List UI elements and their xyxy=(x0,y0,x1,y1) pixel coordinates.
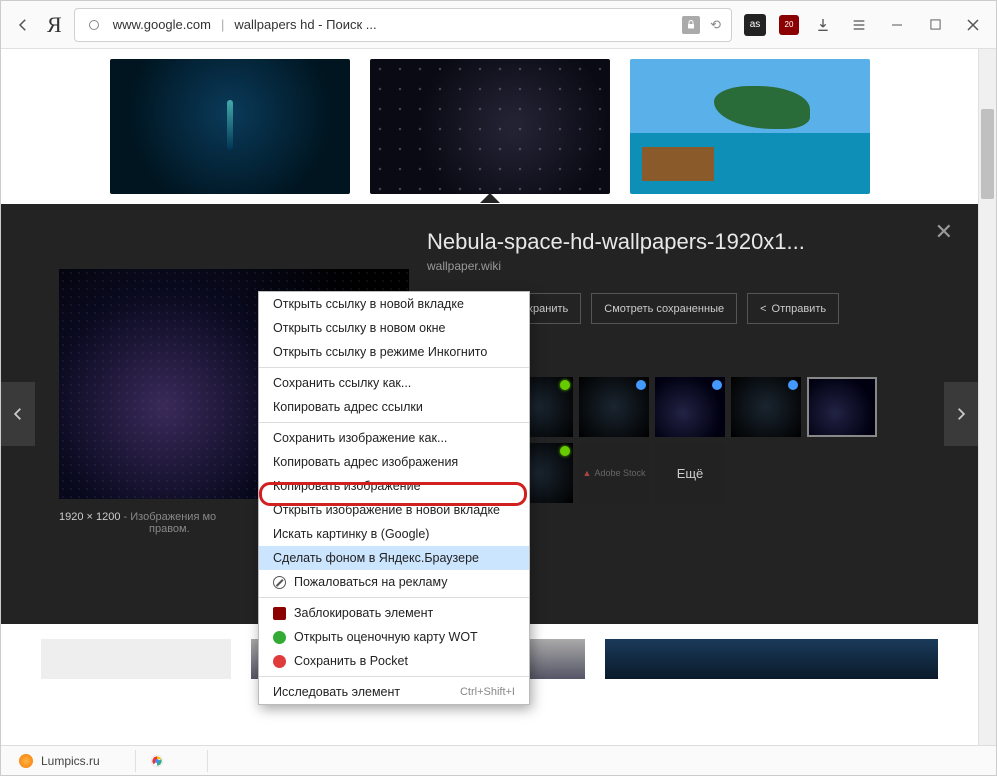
context-menu-item[interactable]: Открыть оценочную карту WOT xyxy=(259,625,529,649)
share-button[interactable]: <Отправить xyxy=(747,293,839,324)
result-thumbnail-selected[interactable] xyxy=(370,59,610,194)
back-button[interactable] xyxy=(11,13,35,37)
lumpics-icon xyxy=(19,754,33,768)
context-menu-item[interactable]: Заблокировать элемент xyxy=(259,601,529,625)
results-row xyxy=(1,49,978,204)
image-source[interactable]: wallpaper.wiki xyxy=(427,259,915,273)
prev-image-button[interactable] xyxy=(1,382,35,446)
downloads-icon[interactable] xyxy=(812,14,834,36)
page-title: wallpapers hd - Поиск ... xyxy=(234,17,672,32)
context-menu-item[interactable]: Копировать адрес изображения xyxy=(259,450,529,474)
result-thumbnail[interactable] xyxy=(110,59,350,194)
ublock-icon xyxy=(273,607,286,620)
vertical-scrollbar[interactable] xyxy=(978,49,996,745)
next-image-button[interactable] xyxy=(944,382,978,446)
menu-button[interactable] xyxy=(846,12,872,38)
google-icon xyxy=(150,754,164,768)
ublock-icon[interactable]: 20 xyxy=(778,14,800,36)
context-menu-item[interactable]: Копировать изображение xyxy=(259,474,529,498)
wot-icon xyxy=(273,631,286,644)
similar-thumb[interactable] xyxy=(731,377,801,437)
taskbar-tab[interactable] xyxy=(140,750,208,772)
lock-icon xyxy=(85,16,103,34)
context-menu-item[interactable]: Открыть изображение в новой вкладке xyxy=(259,498,529,522)
taskbar: Lumpics.ru xyxy=(1,745,996,775)
result-thumbnail[interactable] xyxy=(41,639,231,679)
lastfm-icon[interactable]: as xyxy=(744,14,766,36)
scrollbar-thumb[interactable] xyxy=(981,109,994,199)
context-menu-item[interactable]: Сохранить в Pocket xyxy=(259,649,529,673)
secure-badge-icon xyxy=(682,16,700,34)
reload-icon[interactable]: ⟲ xyxy=(710,17,721,33)
browser-toolbar: Я www.google.com | wallpapers hd - Поиск… xyxy=(1,1,996,49)
minimize-button[interactable] xyxy=(884,12,910,38)
share-icon: < xyxy=(760,303,766,315)
context-menu-item[interactable]: Искать картинку в (Google) xyxy=(259,522,529,546)
pocket-icon xyxy=(273,655,286,668)
context-menu-item[interactable]: Сохранить изображение как... xyxy=(259,426,529,450)
similar-thumb-selected[interactable] xyxy=(807,377,877,437)
context-menu-item[interactable]: Открыть ссылку в новой вкладке xyxy=(259,292,529,316)
context-menu-item[interactable]: Сделать фоном в Яндекс.Браузере xyxy=(259,546,529,570)
similar-thumb[interactable] xyxy=(579,377,649,437)
context-menu-item[interactable]: Копировать адрес ссылки xyxy=(259,395,529,419)
more-similar-button[interactable]: Ещё xyxy=(655,443,725,503)
close-viewer-button[interactable]: ✕ xyxy=(935,219,953,245)
similar-thumb-adobe[interactable]: ▲Adobe Stock xyxy=(579,443,649,503)
block-icon xyxy=(273,576,286,589)
result-thumbnail[interactable] xyxy=(630,59,870,194)
yandex-logo[interactable]: Я xyxy=(47,12,62,38)
context-menu-item[interactable]: Открыть ссылку в режиме Инкогнито xyxy=(259,340,529,364)
similar-thumb[interactable] xyxy=(655,377,725,437)
context-menu-item[interactable]: Сохранить ссылку как... xyxy=(259,371,529,395)
adobe-icon: ▲ xyxy=(583,468,592,478)
close-button[interactable] xyxy=(960,12,986,38)
url-host: www.google.com xyxy=(113,17,211,32)
context-menu-item[interactable]: Пожаловаться на рекламу xyxy=(259,570,529,594)
image-title: Nebula-space-hd-wallpapers-1920x1... xyxy=(427,229,915,255)
maximize-button[interactable] xyxy=(922,12,948,38)
address-bar[interactable]: www.google.com | wallpapers hd - Поиск .… xyxy=(74,8,732,42)
taskbar-tab[interactable]: Lumpics.ru xyxy=(9,750,136,772)
context-menu-item[interactable]: Исследовать элементCtrl+Shift+I xyxy=(259,680,529,704)
context-menu: Открыть ссылку в новой вкладкеОткрыть сс… xyxy=(258,291,530,705)
context-menu-item[interactable]: Открыть ссылку в новом окне xyxy=(259,316,529,340)
view-saved-button[interactable]: Смотреть сохраненные xyxy=(591,293,737,324)
result-thumbnail[interactable] xyxy=(605,639,939,679)
